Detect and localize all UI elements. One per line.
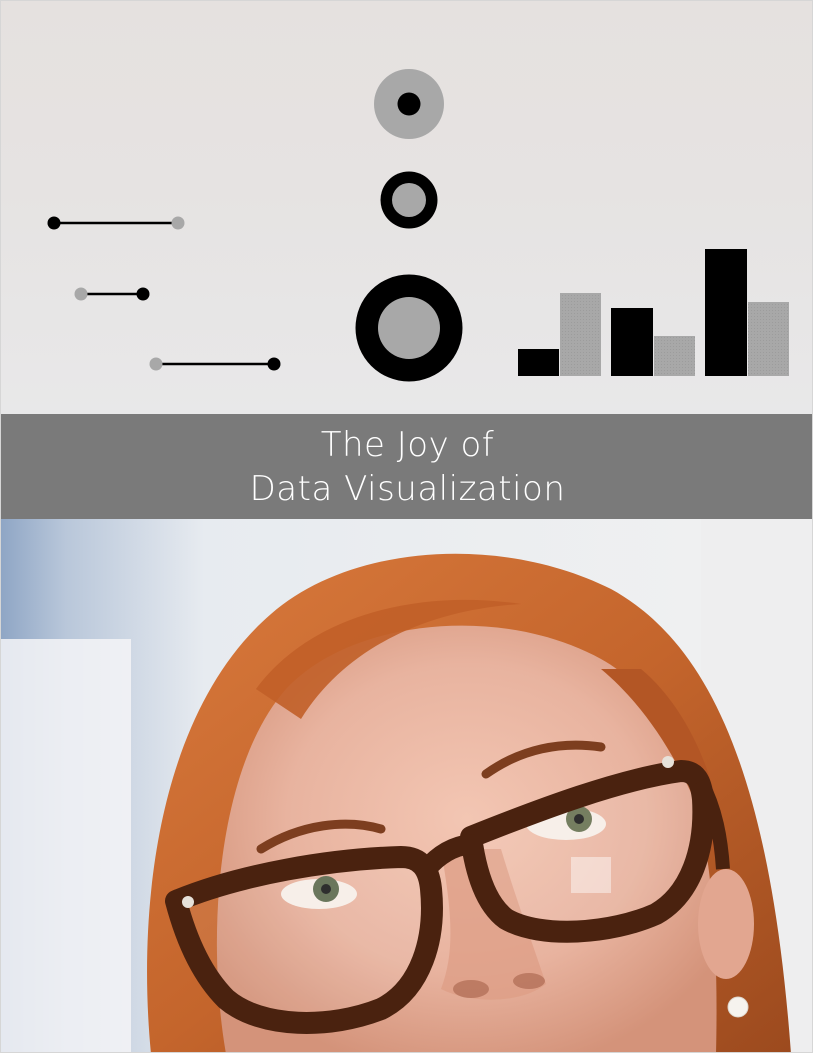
cover-photo [1,519,812,1052]
lens-reflection [571,857,611,893]
bar-gray-1 [560,293,601,376]
bar-black-2 [611,308,653,376]
ear [698,869,754,979]
ring-inner-1 [397,92,421,116]
nostril-right [513,973,545,989]
pearl-earring [727,996,749,1018]
woman-with-glasses-icon [1,519,812,1052]
dumbbell-dot-gray-2 [74,287,88,301]
nostril-left [453,980,489,998]
ring-inner-3 [378,297,440,359]
dumbbell-dot-black-3 [267,357,281,371]
bar-black-1 [518,349,559,376]
dumbbell-dot-gray-1 [171,216,185,230]
cover-page: The Joy of Data Visualization [0,0,813,1053]
data-graphics-panel [1,1,812,414]
hinge-right [662,756,674,768]
ring-inner-2 [392,183,426,217]
dumbbell-dot-gray-3 [149,357,163,371]
bar-gray-3 [748,302,789,376]
data-graphics-svg [47,69,789,382]
hinge-left [182,896,194,908]
title-band: The Joy of Data Visualization [1,414,812,519]
left-lens [165,846,443,1034]
background-wall [1,639,131,1052]
dumbbell-charts [47,216,281,371]
bar-gray-2 [654,336,695,376]
ring-charts [355,69,463,382]
bar-black-3 [705,249,747,376]
dumbbell-dot-black-2 [136,287,150,301]
title-line-1: The Joy of [320,424,495,465]
dumbbell-dot-black-1 [47,216,61,230]
bar-chart [518,249,789,376]
title-line-2: Data Visualization [249,468,566,509]
